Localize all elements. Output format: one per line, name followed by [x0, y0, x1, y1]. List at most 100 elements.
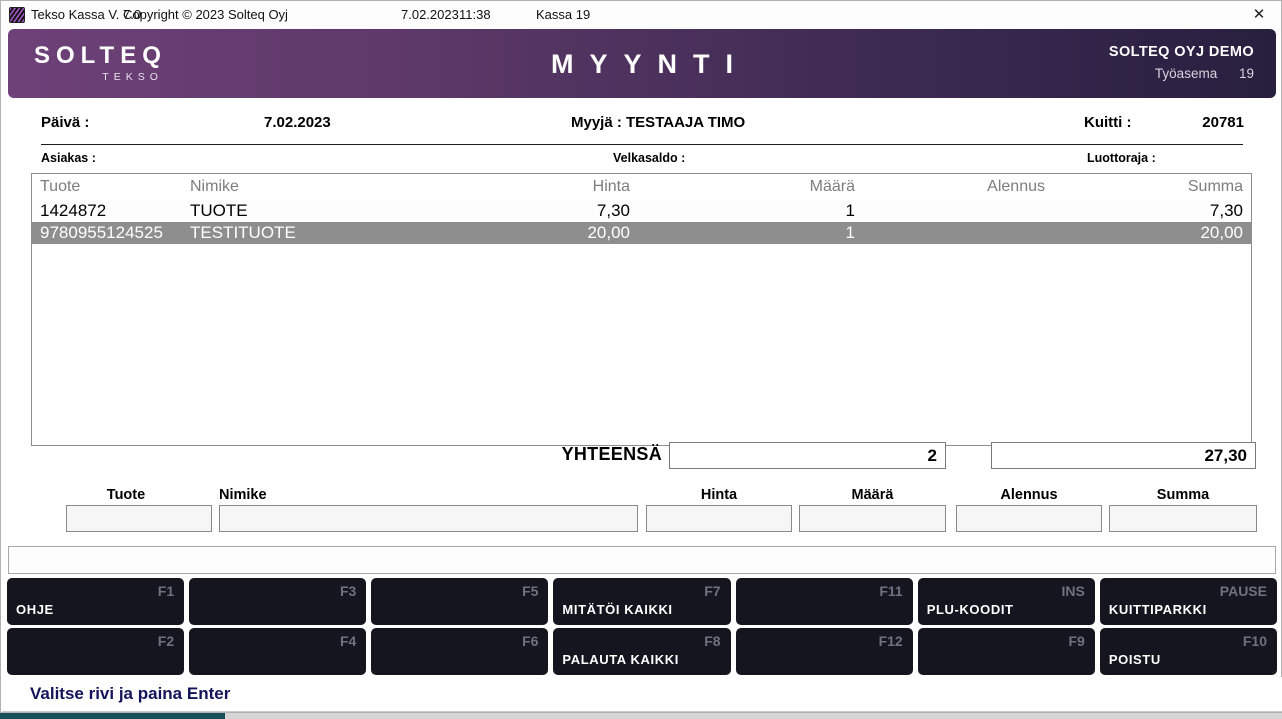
- app-window: Tekso Kassa V. 7.0 Copyright © 2023 Solt…: [0, 0, 1282, 713]
- entry-label-summa: Summa: [1109, 487, 1257, 503]
- alennus-input[interactable]: [956, 505, 1102, 532]
- customer-label: Asiakas :: [41, 151, 96, 165]
- fkey-f11[interactable]: F11: [736, 578, 913, 625]
- fkey-shortcut: F2: [158, 633, 174, 649]
- entry-label-tuote: Tuote: [46, 487, 206, 503]
- cell-tuote: 1424872: [40, 201, 190, 221]
- fkey-label: KUITTIPARKKI: [1109, 602, 1207, 617]
- banner-right: SOLTEQ OYJ DEMO Työasema 19: [1109, 44, 1254, 81]
- fkey-shortcut: F9: [1069, 633, 1085, 649]
- fkey-shortcut: F1: [158, 583, 174, 599]
- fkey-shortcut: F5: [522, 583, 538, 599]
- total-quantity: 2: [669, 442, 946, 469]
- fkey-label: MITÄTÖI KAIKKI: [562, 602, 672, 617]
- fkey-ohje[interactable]: OHJE F1: [7, 578, 184, 625]
- fkey-palauta-kaikki[interactable]: PALAUTA KAIKKI F8: [553, 628, 730, 675]
- page-title: MYYNTI: [8, 49, 1276, 80]
- fkey-shortcut: F8: [704, 633, 720, 649]
- summa-input[interactable]: [1109, 505, 1257, 532]
- fkey-f6[interactable]: F6: [371, 628, 548, 675]
- titlebar-register: Kassa 19: [536, 1, 590, 29]
- fkey-plu-koodit[interactable]: PLU-KOODIT INS: [918, 578, 1095, 625]
- cell-nimike: TUOTE: [190, 201, 470, 221]
- fkey-f4[interactable]: F4: [189, 628, 366, 675]
- fkey-kuittiparkki[interactable]: KUITTIPARKKI PAUSE: [1100, 578, 1277, 625]
- fkey-f5[interactable]: F5: [371, 578, 548, 625]
- message-input[interactable]: [8, 546, 1276, 574]
- fkey-shortcut: INS: [1062, 583, 1085, 599]
- header-banner: SOLTEQ TEKSO MYYNTI SOLTEQ OYJ DEMO Työa…: [8, 29, 1276, 98]
- credit-limit-label: Luottoraja :: [1087, 151, 1156, 165]
- fkey-label: POISTU: [1109, 652, 1161, 667]
- fkey-label: PLU-KOODIT: [927, 602, 1014, 617]
- entry-label-hinta: Hinta: [646, 487, 792, 503]
- sales-table: Tuote Nimike Hinta Määrä Alennus Summa 1…: [31, 173, 1252, 446]
- table-row[interactable]: 1424872 TUOTE 7,30 1 7,30: [32, 200, 1251, 222]
- entry-label-maara: Määrä: [799, 487, 946, 503]
- date-label: Päivä :: [41, 114, 89, 131]
- cell-summa: 7,30: [1045, 201, 1243, 221]
- receipt-label: Kuitti :: [1084, 114, 1131, 131]
- col-header-nimike: Nimike: [190, 178, 470, 196]
- table-row-selected[interactable]: 9780955124525 TESTITUOTE 20,00 1 20,00: [32, 222, 1251, 244]
- titlebar-date: 7.02.2023: [401, 1, 459, 29]
- company-name: SOLTEQ OYJ DEMO: [1109, 44, 1254, 60]
- col-header-hinta: Hinta: [470, 178, 630, 196]
- background-window-strip: [0, 713, 1282, 719]
- cell-tuote: 9780955124525: [40, 223, 190, 243]
- fkey-shortcut: F4: [340, 633, 356, 649]
- fkey-shortcut: F10: [1243, 633, 1267, 649]
- tuote-input[interactable]: [66, 505, 212, 532]
- cell-hinta: 20,00: [470, 223, 630, 243]
- col-header-summa: Summa: [1045, 178, 1243, 196]
- fkey-poistu[interactable]: POISTU F10: [1100, 628, 1277, 675]
- fkey-f2[interactable]: F2: [7, 628, 184, 675]
- divider: [41, 144, 1243, 145]
- workstation-number: 19: [1239, 66, 1254, 81]
- entry-label-alennus: Alennus: [956, 487, 1102, 503]
- table-header: Tuote Nimike Hinta Määrä Alennus Summa: [32, 174, 1251, 200]
- function-key-row-1: OHJE F1 F3 F5 MITÄTÖI KAIKKI F7 F11 PLU-…: [7, 578, 1277, 625]
- date-value: 7.02.2023: [264, 114, 331, 131]
- cell-hinta: 7,30: [470, 201, 630, 221]
- fkey-f12[interactable]: F12: [736, 628, 913, 675]
- fkey-label: OHJE: [16, 602, 54, 617]
- background-window-teal-strip: [0, 713, 225, 719]
- col-header-tuote: Tuote: [40, 178, 190, 196]
- status-message: Valitse rivi ja paina Enter: [30, 684, 230, 704]
- debt-balance-label: Velkasaldo :: [613, 151, 685, 165]
- seller-label: Myyjä : TESTAAJA TIMO: [571, 114, 745, 131]
- fkey-shortcut: F3: [340, 583, 356, 599]
- entry-label-nimike: Nimike: [219, 487, 379, 503]
- title-bar: Tekso Kassa V. 7.0 Copyright © 2023 Solt…: [1, 1, 1281, 29]
- fkey-f3[interactable]: F3: [189, 578, 366, 625]
- fkey-mitatoi-kaikki[interactable]: MITÄTÖI KAIKKI F7: [553, 578, 730, 625]
- workstation-label: Työasema: [1155, 66, 1217, 81]
- fkey-shortcut: F11: [879, 583, 902, 599]
- fkey-label: PALAUTA KAIKKI: [562, 652, 678, 667]
- fkey-shortcut: F12: [879, 633, 903, 649]
- fkey-shortcut: F7: [704, 583, 720, 599]
- titlebar-time: 11:38: [459, 1, 491, 29]
- copyright-text: Copyright © 2023 Solteq Oyj: [123, 1, 288, 29]
- total-label: YHTEENSÄ: [562, 444, 662, 465]
- maara-input[interactable]: [799, 505, 946, 532]
- close-icon[interactable]: ✕: [1245, 1, 1273, 29]
- fkey-shortcut: F6: [522, 633, 538, 649]
- fkey-f9[interactable]: F9: [918, 628, 1095, 675]
- total-sum: 27,30: [991, 442, 1256, 469]
- app-icon: [9, 7, 25, 23]
- cell-maara: 1: [630, 223, 855, 243]
- cell-nimike: TESTITUOTE: [190, 223, 470, 243]
- cell-summa: 20,00: [1045, 223, 1243, 243]
- cell-maara: 1: [630, 201, 855, 221]
- fkey-shortcut: PAUSE: [1220, 583, 1267, 599]
- col-header-alennus: Alennus: [855, 178, 1045, 196]
- hinta-input[interactable]: [646, 505, 792, 532]
- function-key-row-2: F2 F4 F6 PALAUTA KAIKKI F8 F12 F9: [7, 628, 1277, 675]
- workstation: Työasema 19: [1109, 66, 1254, 81]
- screen: Tekso Kassa V. 7.0 Copyright © 2023 Solt…: [0, 0, 1282, 719]
- status-bar: Valitse rivi ja paina Enter: [2, 677, 1282, 712]
- nimike-input[interactable]: [219, 505, 638, 532]
- receipt-number: 20781: [1202, 114, 1244, 131]
